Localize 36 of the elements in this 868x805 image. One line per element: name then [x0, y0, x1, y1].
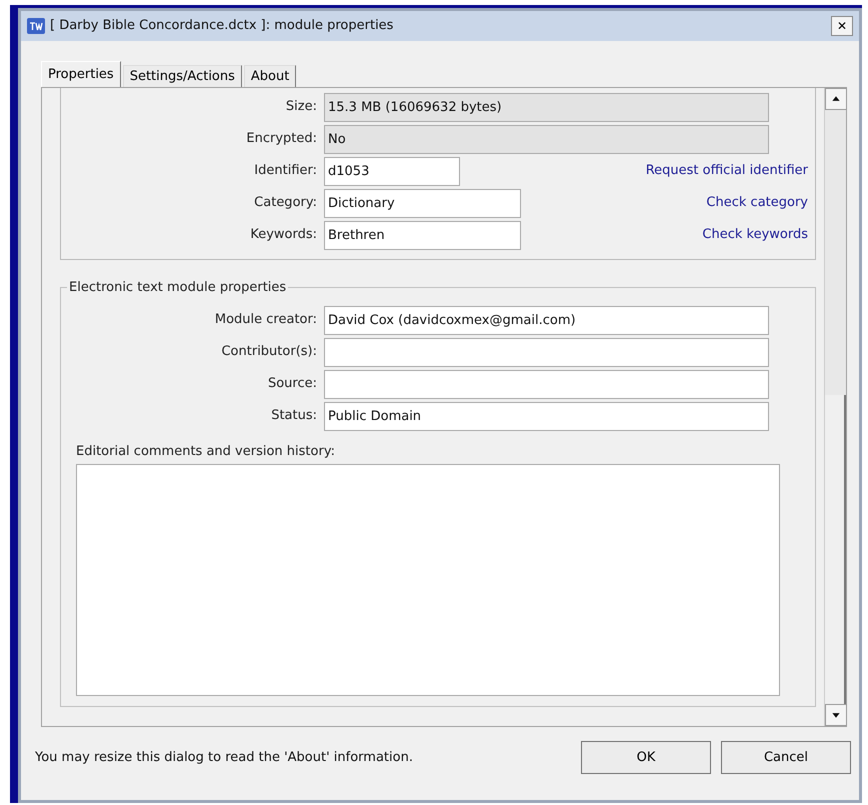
link[interactable]: Check category	[706, 193, 808, 213]
scrollbar[interactable]	[824, 88, 846, 726]
field-label: Size:	[284, 98, 318, 116]
text-field[interactable]: 15.3 MB (16069632 bytes)	[324, 92, 769, 122]
text-field[interactable]: Dictionary	[324, 188, 521, 218]
scroll-down-icon[interactable]	[825, 704, 847, 726]
app-icon	[27, 18, 45, 34]
text-field[interactable]: No	[324, 124, 769, 154]
footer-note: You may resize this dialog to read the 'About' information.	[35, 748, 414, 767]
field-label: Encrypted:	[245, 130, 318, 148]
text-field[interactable]: d1053	[324, 156, 460, 186]
field-label: Contributor(s):	[220, 343, 318, 362]
text-field[interactable]: Public Domain	[324, 402, 769, 430]
field-label: Module creator:	[214, 311, 318, 330]
text-field[interactable]	[324, 338, 769, 366]
tab[interactable]: About	[244, 65, 296, 87]
dialog-button[interactable]: Cancel	[721, 741, 851, 774]
field-label: Editorial comments and version history:	[75, 443, 336, 461]
field-label: Source:	[266, 375, 318, 394]
scroll-up-icon[interactable]	[825, 88, 847, 110]
field-label: Keywords:	[249, 226, 318, 244]
field-label: Identifier:	[253, 162, 318, 180]
tab[interactable]: Properties	[41, 61, 121, 87]
close-button[interactable]: ✕	[831, 16, 853, 36]
scroll-thumb[interactable]	[825, 395, 846, 704]
link[interactable]: Request official identifier	[646, 161, 808, 181]
comments-field[interactable]	[76, 464, 780, 696]
text-field[interactable]: Brethren	[324, 220, 521, 250]
field-label: Category:	[253, 194, 318, 212]
text-field[interactable]	[324, 370, 769, 398]
field-label: Status:	[270, 407, 318, 426]
window-title: [ Darby Bible Concordance.dctx ]: module properties	[50, 17, 394, 36]
tab[interactable]: Settings/Actions	[122, 65, 242, 87]
link[interactable]: Check keywords	[702, 225, 808, 245]
text-field[interactable]: David Cox (davidcoxmex@gmail.com)	[324, 306, 769, 334]
dialog-button[interactable]: OK	[581, 741, 711, 774]
